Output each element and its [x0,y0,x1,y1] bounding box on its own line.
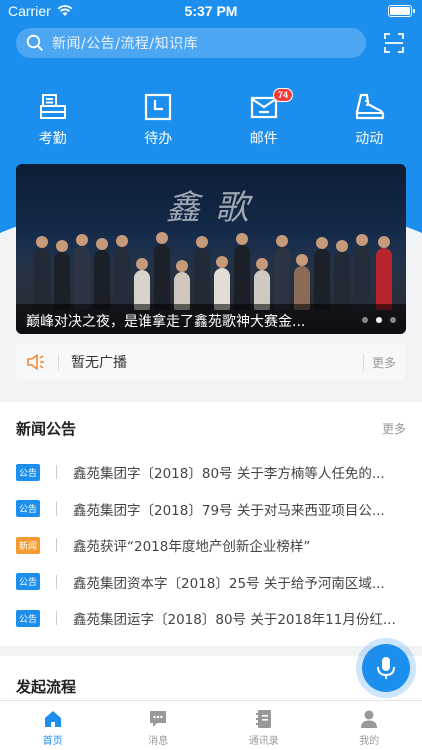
tab-home[interactable]: 首页 [0,701,106,750]
tab-contacts[interactable]: 通讯录 [211,701,317,750]
divider [58,354,59,370]
quick-item-todo[interactable]: 待办 [106,92,212,152]
quick-item-label: 考勤 [38,131,67,147]
quick-item-attendance[interactable]: 考勤 [0,92,106,152]
status-time: 5:37 PM [184,3,238,19]
quick-item-label: 待办 [144,131,173,147]
news-section: 新闻公告 更多 公告 鑫苑集团字〔2018〕80号 关于李方楠等人任免的... … [0,402,422,646]
broadcast-text: 暂无广播 [71,355,127,371]
tab-label: 通讯录 [248,736,279,747]
news-tag: 新闻 [16,536,40,554]
news-more-link[interactable]: 更多 [382,420,406,437]
speaker-icon [27,354,44,370]
todo-icon [145,93,172,121]
attendance-icon [39,94,66,119]
news-header: 新闻公告 更多 [0,402,422,454]
mail-unread-badge: 74 [273,88,294,102]
pagination-dot[interactable] [362,317,368,323]
divider [56,574,57,589]
quick-item-label: 动动 [355,131,384,147]
news-list-item[interactable]: 公告 鑫苑集团字〔2018〕80号 关于李方楠等人任免的... [0,454,422,491]
news-list-item[interactable]: 公告 鑫苑集团运字〔2018〕80号 关于2018年11月份红... [0,600,422,637]
battery-icon [388,5,415,17]
news-list-item[interactable]: 公告 鑫苑集团字〔2018〕79号 关于对马来西亚项目公... [0,491,422,528]
quick-item-mail[interactable]: 74 邮件 [211,88,317,152]
divider [56,465,57,480]
message-icon [150,711,167,727]
tab-label: 首页 [42,736,63,747]
banner-pagination[interactable] [362,317,396,323]
search-row: 新闻/公告/流程/知识库 [16,28,406,58]
tab-messages[interactable]: 消息 [106,701,212,750]
bottom-tab-bar: 首页 消息 通讯录 我的 [0,700,422,750]
search-icon [26,34,43,51]
quick-item-sport[interactable]: 动动 [317,92,422,152]
home-icon [44,711,61,727]
news-section-title: 新闻公告 [16,419,77,438]
sneaker-icon [356,93,385,120]
quick-actions: 考勤 待办 74 邮件 动动 [0,88,422,152]
pagination-dot[interactable] [390,317,396,323]
news-item-title: 鑫苑集团运字〔2018〕80号 关于2018年11月份红... [73,612,396,629]
news-item-title: 鑫苑获评“2018年度地产创新企业榜样” [73,539,311,556]
broadcast-more-link[interactable]: 更多 [362,353,396,371]
news-item-title: 鑫苑集团字〔2018〕79号 关于对马来西亚项目公... [73,502,385,519]
search-input[interactable]: 新闻/公告/流程/知识库 [16,28,366,58]
news-tag: 公告 [16,500,40,518]
voice-button-core [362,644,410,692]
divider [56,538,57,553]
news-tag: 公告 [16,463,40,481]
pagination-dot-active[interactable] [376,317,382,323]
search-placeholder: 新闻/公告/流程/知识库 [52,36,199,52]
tab-profile[interactable]: 我的 [317,701,422,750]
scan-icon[interactable] [382,31,406,55]
tab-label: 我的 [359,736,380,747]
quick-item-label: 邮件 [249,131,278,147]
news-tag: 公告 [16,609,40,627]
voice-assistant-button[interactable] [356,638,416,698]
banner-caption: 巅峰对决之夜，是谁拿走了鑫苑歌神大赛金... [16,304,406,334]
news-item-title: 鑫苑集团字〔2018〕80号 关于李方楠等人任免的... [73,466,385,483]
banner-photo-people [28,220,394,310]
status-bar: Carrier 5:37 PM [0,0,422,22]
flow-section-title: 发起流程 [16,678,77,696]
broadcast-bar[interactable]: 暂无广播 更多 [16,344,406,380]
profile-icon [361,710,378,728]
news-tag: 公告 [16,573,40,591]
microphone-icon [377,657,395,679]
news-item-title: 鑫苑集团资本字〔2018〕25号 关于给予河南区域... [73,575,385,592]
news-banner[interactable]: 鑫 歌 巅峰对决之夜，是谁拿走了鑫苑歌神大赛金... [16,164,406,334]
contacts-icon [255,710,271,728]
tab-label: 消息 [148,736,169,747]
news-list-item[interactable]: 公告 鑫苑集团资本字〔2018〕25号 关于给予河南区域... [0,564,422,601]
divider [56,501,57,516]
news-list-item[interactable]: 新闻 鑫苑获评“2018年度地产创新企业榜样” [0,527,422,564]
divider [56,611,57,626]
